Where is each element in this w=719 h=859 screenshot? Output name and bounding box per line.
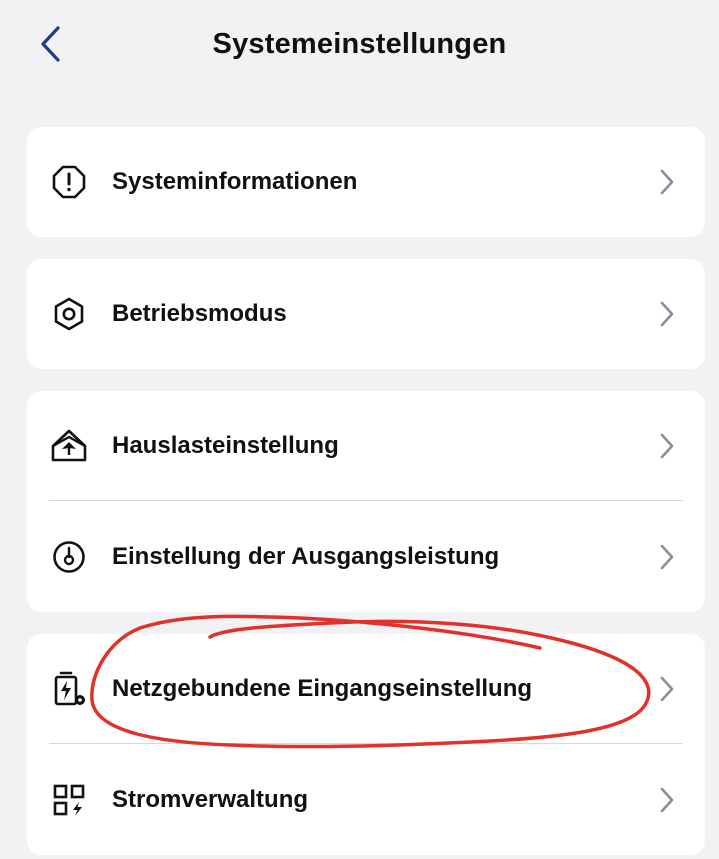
battery-charge-settings-icon <box>49 669 89 709</box>
chevron-right-icon <box>660 433 674 459</box>
settings-card-system-info: Systeminformationen <box>27 127 705 237</box>
header: Systemeinstellungen <box>0 0 719 95</box>
settings-card-grid-power: Netzgebundene Eingangseinstellung Stromv… <box>27 634 705 855</box>
settings-card-load-output: Hauslasteinstellung Einstellung der Ausg… <box>27 391 705 612</box>
menu-item-label: Stromverwaltung <box>112 786 309 813</box>
power-management-grid-icon <box>49 780 89 820</box>
chevron-right-icon <box>660 301 674 327</box>
menu-item-label: Einstellung der Ausgangsleistung <box>112 543 500 570</box>
menu-item-netzgebundene-eingangseinstellung[interactable]: Netzgebundene Eingangseinstellung <box>27 634 705 744</box>
chevron-right-icon <box>660 544 674 570</box>
house-load-icon <box>49 426 89 466</box>
chevron-right-icon <box>660 169 674 195</box>
page-title: Systemeinstellungen <box>212 28 507 60</box>
menu-item-betriebsmodus[interactable]: Betriebsmodus <box>27 259 705 369</box>
alert-octagon-icon <box>49 162 89 202</box>
menu-item-stromverwaltung[interactable]: Stromverwaltung <box>27 745 705 855</box>
menu-item-label: Systeminformationen <box>112 168 358 195</box>
divider <box>49 743 683 744</box>
chevron-right-icon <box>660 787 674 813</box>
hexagon-nut-icon <box>49 294 89 334</box>
menu-item-label: Netzgebundene Eingangseinstellung <box>112 675 533 702</box>
menu-item-hauslasteinstellung[interactable]: Hauslasteinstellung <box>27 391 705 501</box>
menu-item-label: Betriebsmodus <box>112 300 287 327</box>
divider <box>49 500 683 501</box>
output-power-icon <box>49 537 89 577</box>
menu-item-systeminformationen[interactable]: Systeminformationen <box>27 127 705 237</box>
settings-card-operating-mode: Betriebsmodus <box>27 259 705 369</box>
menu-item-label: Hauslasteinstellung <box>112 432 339 459</box>
menu-item-ausgangsleistung[interactable]: Einstellung der Ausgangsleistung <box>27 502 705 612</box>
chevron-right-icon <box>660 676 674 702</box>
